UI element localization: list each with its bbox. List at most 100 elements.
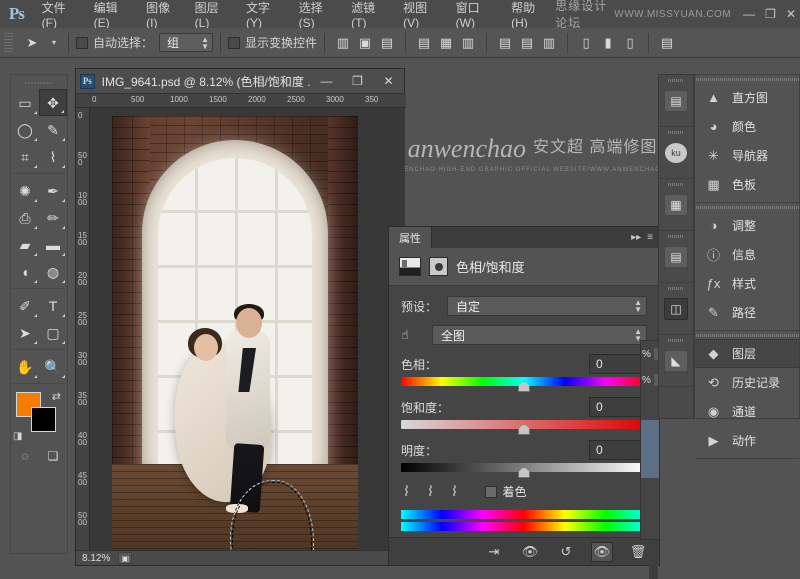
path-selection-tool[interactable]: ➤ [11,319,39,346]
align-button-2[interactable]: ▤ [376,33,398,53]
delete-adjustment-button[interactable]: 🗑 [627,542,649,562]
slider-lightness-value[interactable]: 0 [589,440,647,460]
panel-item-histogram[interactable]: ▲ 直方图 [695,83,799,112]
slider-saturation-track[interactable] [401,420,647,435]
gradient-tool[interactable]: ▬ [39,231,67,258]
pen-tool[interactable]: ✐ [11,292,39,319]
rectangle-tool[interactable]: ▢ [39,319,67,346]
range-dropdown[interactable]: 全图 ▲ ▼ [432,325,647,345]
on-image-adjust-icon[interactable]: ☝ [401,327,423,343]
slider-hue-track[interactable] [401,377,647,392]
align-button-5[interactable]: ▥ [457,33,479,53]
align-button-6[interactable]: ▤ [494,33,516,53]
reset-button[interactable]: ↺ [555,542,577,562]
dock-icon-3d[interactable]: ◫ [664,297,688,320]
eraser-tool[interactable]: ▰ [11,231,39,258]
preview-previous-button[interactable]: 👁 [519,542,541,562]
align-button-7[interactable]: ▤ [516,33,538,53]
align-button-3[interactable]: ▤ [413,33,435,53]
align-button-11[interactable]: ▯ [619,33,641,53]
tools-panel-grip[interactable] [25,78,53,87]
quick-selection-tool[interactable]: ✎ [39,116,67,143]
dock-grip[interactable] [668,79,684,82]
dock-icon-notes[interactable]: ◣ [664,349,688,372]
panel-item-actions[interactable]: ▶ 动作 [695,426,799,455]
status-info-icon[interactable]: ▣ [118,552,133,564]
document-title-bar[interactable]: Ps IMG_9641.psd @ 8.12% (色相/饱和度 ... — ❐ … [76,69,404,94]
align-button-12[interactable]: ▤ [656,33,678,53]
dock-grip[interactable] [668,339,684,342]
auto-select-dropdown[interactable]: 组 ▲ ▼ [159,33,214,52]
document-minimize-button[interactable]: — [311,69,342,93]
layer-thumbnail-partial[interactable] [641,420,659,478]
align-button-0[interactable]: ▥ [332,33,354,53]
panel-item-styles[interactable]: ƒx 样式 [695,269,799,298]
default-colors-icon[interactable]: ◨ [13,431,22,442]
eyedropper-subtract-icon[interactable]: ⌇ [451,483,458,500]
panel-item-channels[interactable]: ◉ 通道 [695,397,799,426]
image-canvas[interactable] [90,108,405,552]
hand-tool[interactable]: ✋ [11,353,39,380]
tool-preset-chevron-down-icon[interactable]: ▾ [47,32,61,54]
panel-item-swatches[interactable]: ▦ 色板 [695,170,799,199]
app-close-button[interactable]: ✕ [786,7,796,21]
layer-mask-icon[interactable] [429,257,448,276]
brush-tool[interactable]: ✒ [39,177,67,204]
slider-hue-value[interactable]: 0 [589,354,647,374]
panel-group-grip[interactable] [695,203,799,211]
background-color-swatch[interactable] [31,407,56,432]
panel-item-adjustments[interactable]: ◑ 调整 [695,211,799,240]
type-tool[interactable]: T [39,292,67,319]
panel-item-layers[interactable]: ◆ 图层 [695,339,799,368]
vertical-ruler[interactable]: 0 500 1000 1500 2000 2500 3000 3500 4000 4500 5000 [76,108,90,552]
panel-group-grip[interactable] [695,75,799,83]
dodge-tool[interactable]: ◍ [39,258,67,285]
slider-lightness-track[interactable] [401,463,647,478]
eyedropper-add-icon[interactable]: ⌇ [427,483,434,500]
slider-hue-thumb[interactable] [518,381,530,392]
panel-item-history[interactable]: ⟲ 历史记录 [695,368,799,397]
zoom-tool[interactable]: 🔍 [39,353,67,380]
collapse-panel-icon[interactable]: ▸▸ [631,232,641,243]
spot-healing-tool[interactable]: ✺ [11,177,39,204]
slider-saturation-thumb[interactable] [518,424,530,435]
screen-mode-icon[interactable]: ❏ [39,444,67,468]
preset-dropdown[interactable]: 自定 ▲ ▼ [447,296,647,316]
align-button-9[interactable]: ▯ [575,33,597,53]
clone-stamp-tool[interactable]: ⎙ [11,204,39,231]
eyedropper-icon[interactable]: ⌇ [403,483,410,500]
dock-icon-paragraph[interactable]: ▤ [664,245,688,268]
colorize-checkbox[interactable] [484,485,497,498]
horizontal-ruler[interactable]: 0 500 1000 1500 2000 2500 3000 350 [76,94,406,108]
panel-item-info[interactable]: ⓘ 信息 [695,240,799,269]
show-transform-controls-checkbox[interactable] [228,36,241,49]
options-bar-grip[interactable] [4,32,13,53]
dock-grip[interactable] [668,183,684,186]
toggle-visibility-button[interactable]: 👁 [591,541,613,562]
swap-colors-icon[interactable]: ⇄ [52,390,61,403]
history-brush-tool[interactable]: ✏ [39,204,67,231]
slider-lightness-thumb[interactable] [518,467,530,478]
panel-item-color[interactable]: ◕ 颜色 [695,112,799,141]
eyedropper-tool[interactable]: ⌇ [39,143,67,170]
clip-to-layer-button[interactable]: ⇥ [483,542,505,562]
document-close-button[interactable]: ✕ [373,69,404,93]
panel-group-grip[interactable] [695,331,799,339]
align-button-1[interactable]: ▣ [354,33,376,53]
app-maximize-button[interactable]: ❐ [765,7,776,21]
align-button-10[interactable]: ▮ [597,33,619,53]
quick-mask-icon[interactable]: ◌ [11,444,39,468]
document-maximize-button[interactable]: ❐ [342,69,373,93]
align-button-8[interactable]: ▥ [538,33,560,53]
marquee-tool[interactable]: ▭ [11,89,39,116]
dock-grip[interactable] [668,131,684,134]
panel-item-navigator[interactable]: ✳ 导航器 [695,141,799,170]
move-tool[interactable]: ✥ [39,89,67,116]
zoom-level-value[interactable]: 8.12% [82,553,110,564]
slider-saturation-value[interactable]: 0 [589,397,647,417]
lasso-tool[interactable]: ◯ [11,116,39,143]
panel-item-paths[interactable]: ✎ 路径 [695,298,799,327]
dock-icon-properties[interactable]: ▦ [664,193,688,216]
dock-icon-brushes[interactable]: ▤ [664,89,688,112]
blur-tool[interactable]: ◖ [11,258,39,285]
